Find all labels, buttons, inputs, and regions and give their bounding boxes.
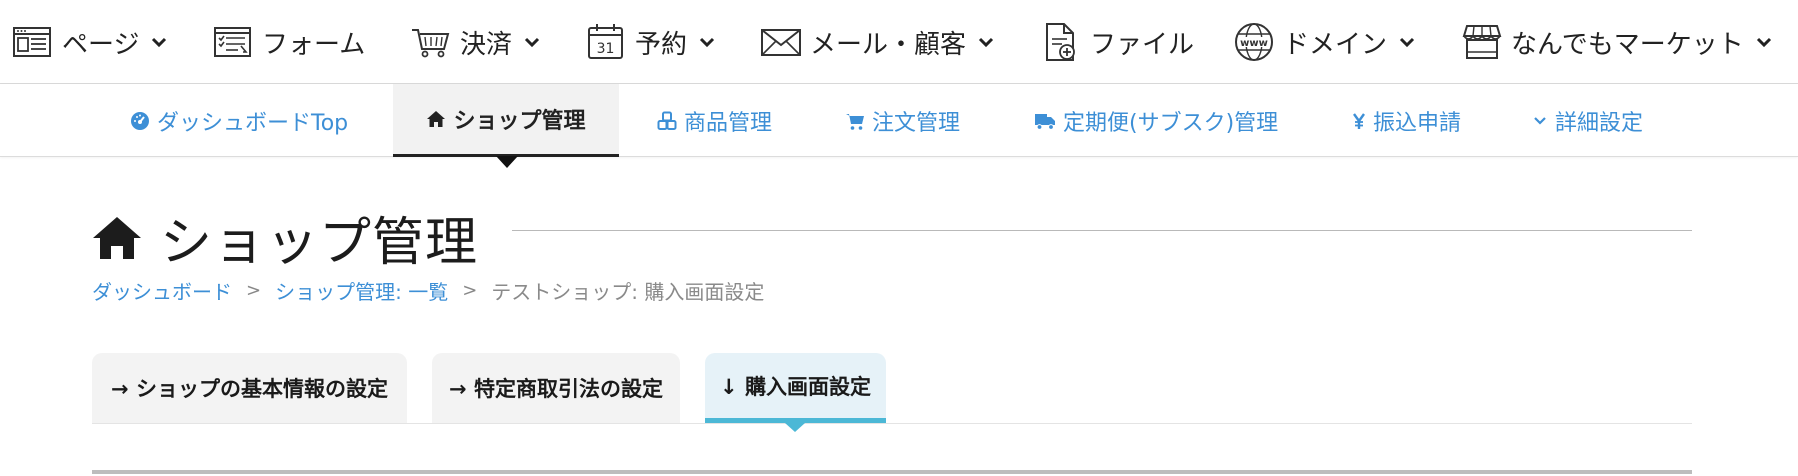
subnav-item-subscriptions[interactable]: 定期便(サブスク)管理 xyxy=(1034,84,1278,157)
subnav-item-transfer-request[interactable]: 振込申請 xyxy=(1352,84,1461,157)
sub-navigation: ダッシュボードTop ショップ管理 商品管理 注文管理 定期便(サブスク)管理 xyxy=(0,84,1798,157)
shopping-cart-icon xyxy=(412,29,450,58)
dashboard-gauge-icon xyxy=(131,111,149,130)
chevron-down-icon xyxy=(1399,37,1415,48)
subnav-label-transfer-request: 振込申請 xyxy=(1373,110,1462,136)
svg-text:31: 31 xyxy=(597,41,615,57)
subnav-label-subscriptions: 定期便(サブスク)管理 xyxy=(1063,110,1279,136)
globe-www-icon: www xyxy=(1235,23,1273,61)
subnav-item-advanced-settings[interactable]: 詳細設定 xyxy=(1532,84,1643,157)
title-divider xyxy=(512,230,1692,231)
subnav-item-orders[interactable]: 注文管理 xyxy=(845,84,960,157)
page-header: ショップ管理 xyxy=(92,200,478,275)
topnav-item-form[interactable]: フォーム xyxy=(212,0,365,84)
top-navigation: ページ フォーム 決済 31 予約 メール・顧客 ファイル www ドメイン な… xyxy=(0,0,1798,84)
active-tab-indicator xyxy=(785,423,805,432)
home-icon xyxy=(93,216,141,259)
cart-icon xyxy=(846,113,864,130)
subnav-item-shop-management[interactable]: ショップ管理 xyxy=(393,84,619,157)
breadcrumb: ダッシュボード > ショップ管理: 一覧 > テストショップ: 購入画面設定 xyxy=(92,276,764,305)
chevron-down-icon xyxy=(152,37,167,48)
tab-label-shop-basic-info: → ショップの基本情報の設定 xyxy=(111,377,388,401)
truck-icon xyxy=(1035,113,1055,130)
subnav-label-dashboard: ダッシュボードTop xyxy=(157,110,349,136)
topnav-item-mail-customer[interactable]: メール・顧客 xyxy=(760,0,994,84)
topnav-item-reservation[interactable]: 31 予約 xyxy=(585,0,715,84)
envelope-icon xyxy=(761,29,801,56)
tab-purchase-screen-settings[interactable]: ↓ 購入画面設定 xyxy=(705,353,886,423)
breadcrumb-link-shop-list[interactable]: ショップ管理: 一覧 xyxy=(275,276,448,305)
chevron-down-icon xyxy=(978,37,994,48)
topnav-item-page[interactable]: ページ xyxy=(12,0,167,84)
topnav-label-page: ページ xyxy=(62,29,140,60)
calendar-icon: 31 xyxy=(588,24,623,59)
content-divider xyxy=(92,470,1692,474)
form-checklist-icon xyxy=(214,27,251,57)
topnav-item-market[interactable]: なんでもマーケット xyxy=(1461,0,1772,84)
breadcrumb-current: テストショップ: 購入画面設定 xyxy=(491,280,765,304)
tab-label-purchase-screen-settings: ↓ 購入画面設定 xyxy=(720,374,871,399)
topnav-item-file[interactable]: ファイル xyxy=(1040,0,1194,84)
breadcrumb-link-dashboard[interactable]: ダッシュボード xyxy=(92,276,232,305)
subnav-label-products: 商品管理 xyxy=(684,110,773,136)
tabs-divider xyxy=(92,423,1692,424)
topnav-item-payment[interactable]: 決済 xyxy=(410,0,540,84)
file-add-icon xyxy=(1046,23,1075,61)
topnav-label-mail-customer: メール・顧客 xyxy=(810,29,967,60)
chevron-down-icon xyxy=(1756,37,1771,48)
page-window-icon xyxy=(13,27,51,57)
store-icon xyxy=(1462,25,1502,59)
topnav-label-payment: 決済 xyxy=(460,29,513,60)
subnav-label-shop-management: ショップ管理 xyxy=(453,109,586,134)
topnav-label-form: フォーム xyxy=(262,29,366,60)
topnav-item-domain[interactable]: www ドメイン xyxy=(1233,0,1415,84)
subnav-label-orders: 注文管理 xyxy=(872,110,961,136)
topnav-label-reservation: 予約 xyxy=(635,29,688,60)
active-subnav-indicator xyxy=(496,156,518,168)
breadcrumb-separator: > xyxy=(246,280,262,301)
chevron-down-icon xyxy=(699,37,715,48)
topnav-label-market: なんでもマーケット xyxy=(1511,29,1744,60)
svg-text:www: www xyxy=(1240,38,1268,49)
tab-commercial-law[interactable]: → 特定商取引法の設定 xyxy=(432,353,680,423)
cubes-icon xyxy=(657,111,677,130)
subnav-item-dashboard[interactable]: ダッシュボードTop xyxy=(130,84,348,157)
subnav-item-products[interactable]: 商品管理 xyxy=(657,84,772,157)
subnav-label-advanced-settings: 詳細設定 xyxy=(1555,110,1644,136)
yen-icon xyxy=(1353,112,1365,129)
tab-shop-basic-info[interactable]: → ショップの基本情報の設定 xyxy=(92,353,407,423)
topnav-label-domain: ドメイン xyxy=(1283,29,1388,60)
home-icon xyxy=(427,111,446,127)
chevron-down-icon xyxy=(524,37,540,48)
topnav-label-file: ファイル xyxy=(1090,29,1195,60)
tab-label-commercial-law: → 特定商取引法の設定 xyxy=(449,377,663,401)
breadcrumb-separator: > xyxy=(462,280,478,301)
page-title: ショップ管理 xyxy=(160,213,479,273)
chevron-down-icon xyxy=(1534,116,1546,125)
